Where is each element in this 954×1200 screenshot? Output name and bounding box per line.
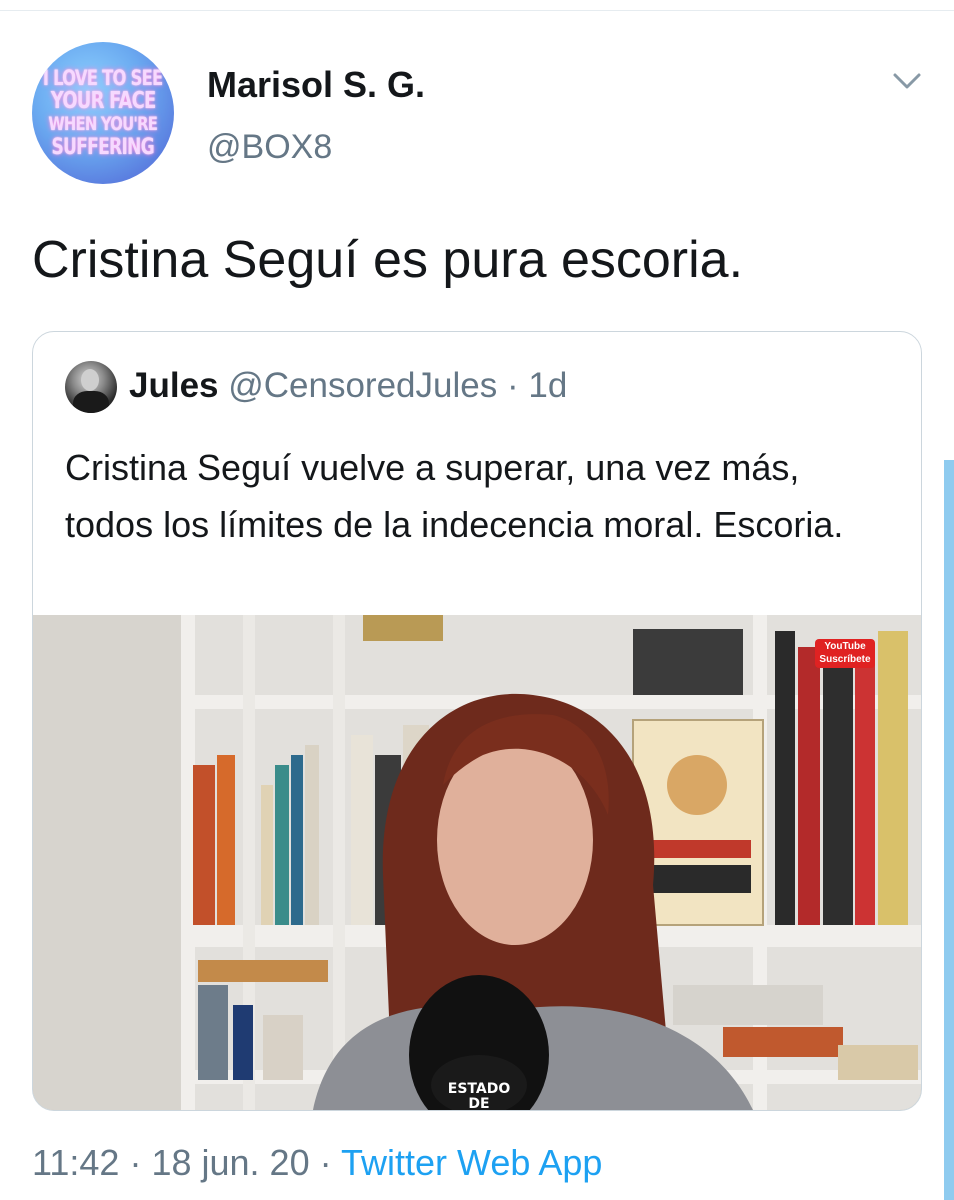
author-avatar[interactable]: I LOVE TO SEE YOUR FACE WHEN YOU'RE SUFF… bbox=[32, 42, 174, 184]
avatar-text-line: SUFFERING bbox=[51, 135, 155, 160]
video-overlay-caption: ESTADO DE ALARMA bbox=[447, 1081, 511, 1111]
tweet-source-link[interactable]: Twitter Web App bbox=[341, 1142, 602, 1183]
quoted-tweet-card[interactable]: Jules @CensoredJules · 1d Cristina Seguí… bbox=[32, 331, 922, 1111]
avatar-text-line: I LOVE TO SEE bbox=[43, 66, 163, 90]
tweet-time: 11:42 bbox=[32, 1142, 120, 1183]
top-divider bbox=[0, 0, 954, 11]
quoted-separator: · bbox=[506, 366, 519, 405]
tweet-footer: 11:42 · 18 jun. 20 · Twitter Web App bbox=[32, 1142, 602, 1184]
quoted-tweet-video[interactable]: YouTube Suscríbete ESTADO DE ALARMA bbox=[33, 615, 921, 1110]
quoted-tweet-header: Jules @CensoredJules · 1d bbox=[129, 366, 567, 406]
footer-separator: · bbox=[129, 1142, 142, 1183]
youtube-subscribe-badge: YouTube Suscríbete bbox=[815, 639, 875, 668]
scroll-rail[interactable] bbox=[944, 460, 954, 1200]
quoted-author-avatar bbox=[65, 361, 117, 413]
quoted-tweet-text: Cristina Seguí vuelve a superar, una vez… bbox=[65, 447, 844, 545]
footer-separator: · bbox=[319, 1142, 332, 1183]
video-frame bbox=[33, 615, 921, 1110]
author-handle[interactable]: @BOX8 bbox=[207, 128, 332, 167]
author-display-name[interactable]: Marisol S. G. bbox=[207, 64, 425, 106]
avatar-text-line: YOUR FACE bbox=[50, 88, 156, 114]
quoted-author-handle: @CensoredJules bbox=[228, 366, 498, 405]
quoted-tweet-age: 1d bbox=[528, 366, 568, 405]
tweet-date: 18 jun. 20 bbox=[151, 1142, 310, 1183]
chevron-down-icon[interactable] bbox=[892, 70, 922, 92]
avatar-text-line: WHEN YOU'RE bbox=[48, 113, 159, 135]
tweet-text: Cristina Seguí es pura escoria. bbox=[32, 231, 744, 289]
quoted-author-name: Jules bbox=[129, 366, 219, 405]
